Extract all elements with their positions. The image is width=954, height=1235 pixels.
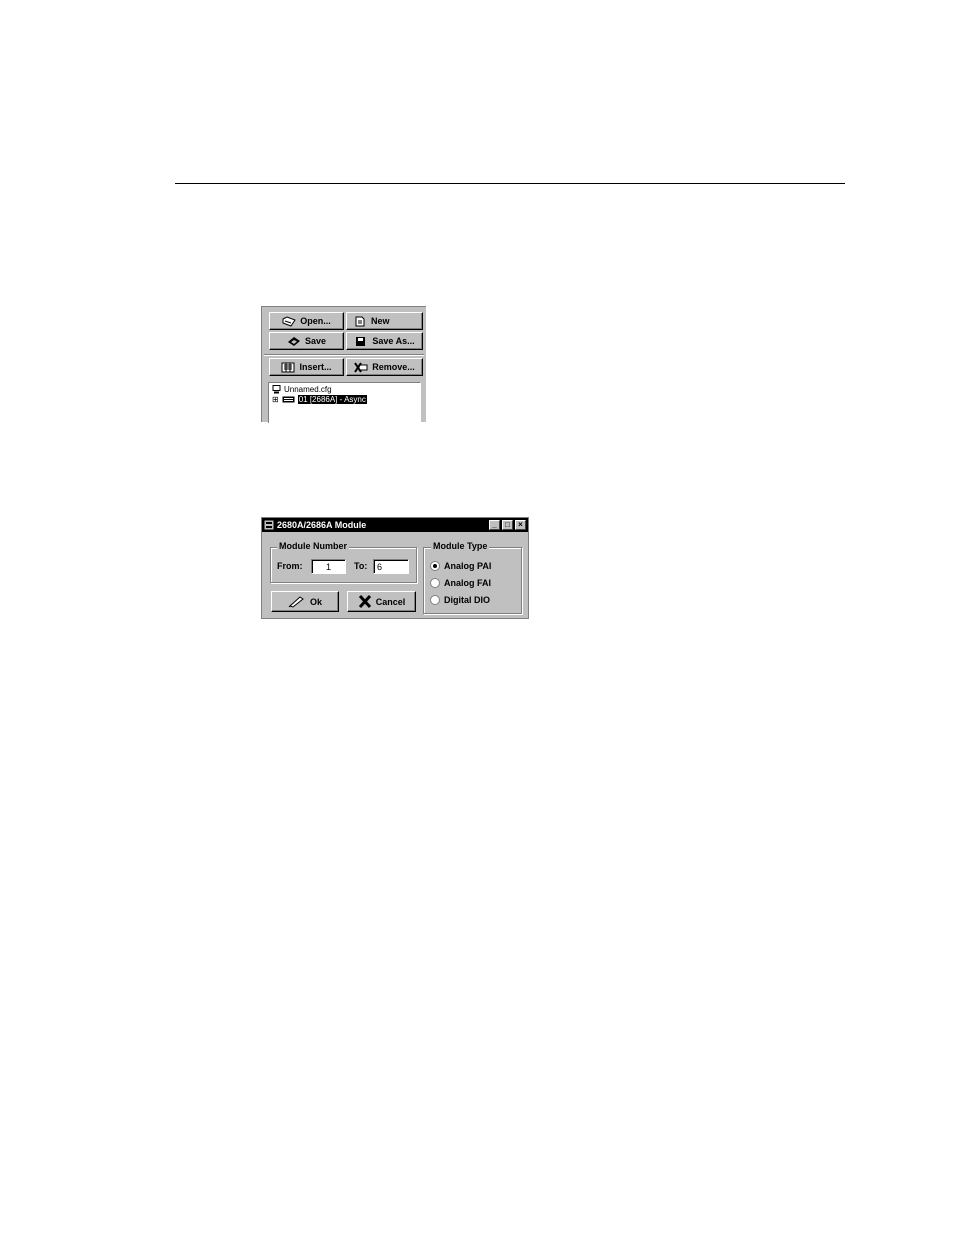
open-button[interactable]: Open... xyxy=(269,312,344,330)
new-label: New xyxy=(371,316,390,326)
radio-selected-icon[interactable] xyxy=(430,561,440,571)
new-button[interactable]: New xyxy=(346,312,423,330)
to-input[interactable] xyxy=(373,559,409,574)
expand-toggle-icon[interactable]: ⊞ xyxy=(272,395,279,404)
save-disk-icon xyxy=(287,336,300,346)
config-toolbar-panel: Open... New Save Save As... Insert... Re… xyxy=(261,306,426,423)
maximize-button[interactable]: □ xyxy=(502,520,513,530)
insert-module-icon xyxy=(281,362,295,372)
toolbar-separator xyxy=(264,354,424,356)
remove-module-icon xyxy=(354,361,368,373)
tree-root-item[interactable]: Unnamed.cfg xyxy=(272,385,332,394)
module-dialog: 2680A/2686A Module _ □ × Module Number F… xyxy=(261,517,529,619)
insert-button[interactable]: Insert... xyxy=(269,358,344,376)
dialog-title: 2680A/2686A Module xyxy=(277,520,367,530)
save-button[interactable]: Save xyxy=(269,332,344,350)
radio-digital-dio-label: Digital DIO xyxy=(444,595,491,605)
maximize-icon: □ xyxy=(505,520,510,529)
tree-child-item[interactable]: ⊞ 01 [2686A] - Async xyxy=(272,395,367,404)
minimize-button[interactable]: _ xyxy=(489,520,500,530)
cancel-x-icon xyxy=(358,595,371,608)
radio-unselected-icon[interactable] xyxy=(430,578,440,588)
open-label: Open... xyxy=(300,316,331,326)
radio-digital-dio[interactable]: Digital DIO xyxy=(430,595,490,605)
new-document-icon xyxy=(355,316,365,326)
radio-analog-pai[interactable]: Analog PAI xyxy=(430,561,491,571)
dialog-title-bar[interactable]: 2680A/2686A Module _ □ × xyxy=(262,518,528,532)
computer-icon xyxy=(272,385,281,394)
insert-label: Insert... xyxy=(299,362,332,372)
ok-button[interactable]: Ok xyxy=(271,591,339,612)
close-button[interactable]: × xyxy=(515,520,526,530)
from-label: From: xyxy=(277,561,303,571)
tree-root-label: Unnamed.cfg xyxy=(284,385,332,394)
configuration-tree[interactable]: Unnamed.cfg ⊞ 01 [2686A] - Async xyxy=(268,382,421,423)
minimize-icon: _ xyxy=(492,520,497,529)
radio-analog-fai-label: Analog FAI xyxy=(444,578,491,588)
app-icon xyxy=(264,520,274,530)
close-icon: × xyxy=(518,520,523,529)
ok-label: Ok xyxy=(309,596,322,607)
cancel-label: Cancel xyxy=(375,596,406,607)
save-as-label: Save As... xyxy=(372,336,415,346)
module-type-label: Module Type xyxy=(431,541,490,551)
module-number-label: Module Number xyxy=(277,541,350,551)
save-label: Save xyxy=(304,336,327,346)
remove-label: Remove... xyxy=(372,362,415,372)
remove-button[interactable]: Remove... xyxy=(346,358,423,376)
save-as-icon xyxy=(356,336,366,346)
radio-analog-pai-label: Analog PAI xyxy=(444,561,492,571)
to-label: To: xyxy=(354,561,368,571)
radio-unselected-icon[interactable] xyxy=(430,595,440,605)
cancel-button[interactable]: Cancel xyxy=(347,591,416,612)
tree-child-label: 01 [2686A] - Async xyxy=(297,395,367,404)
page-header-rule xyxy=(175,183,845,184)
module-icon xyxy=(282,396,295,403)
ok-pen-icon xyxy=(288,596,304,608)
save-as-button[interactable]: Save As... xyxy=(346,332,423,350)
radio-analog-fai[interactable]: Analog FAI xyxy=(430,578,491,588)
from-input[interactable] xyxy=(311,559,346,574)
open-folder-icon xyxy=(282,315,296,327)
